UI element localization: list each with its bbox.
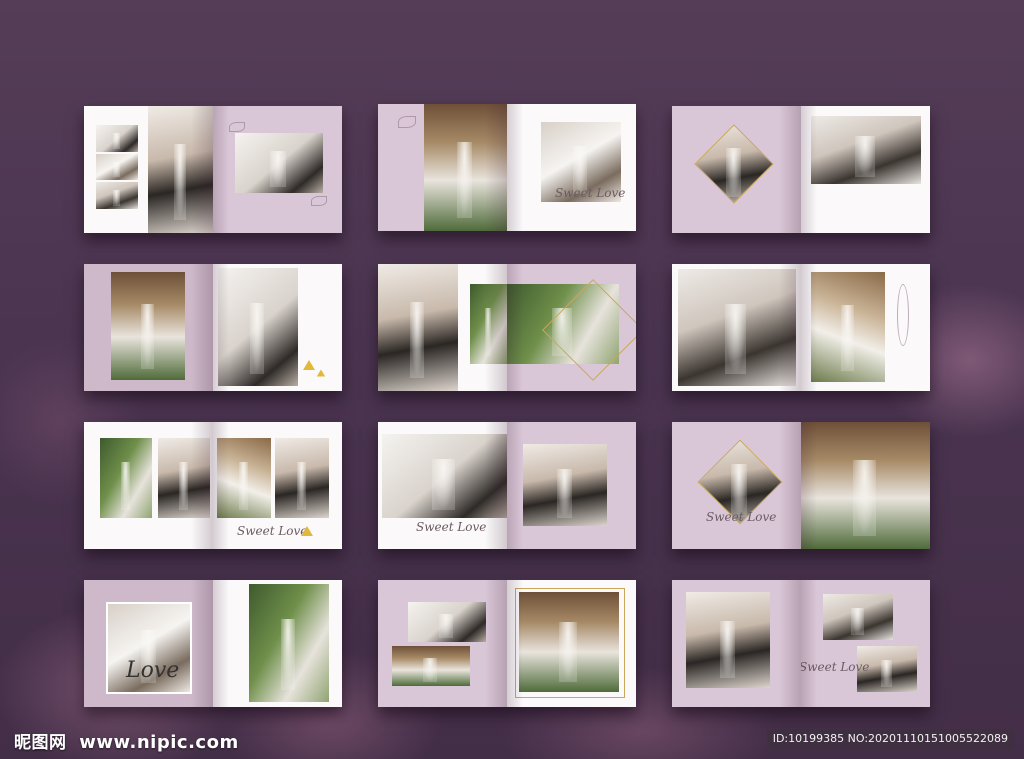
album-page-right (213, 264, 342, 391)
album-page-left: Sweet Love (672, 422, 801, 549)
album-page-right (507, 580, 636, 707)
photo (111, 272, 185, 380)
album-page-right (213, 106, 342, 233)
floral-ornament (229, 122, 245, 132)
script-title: Sweet Love (416, 520, 487, 534)
album-page-left (378, 264, 507, 391)
script-title: Love (126, 658, 180, 683)
album-spread-11 (378, 580, 636, 707)
photo (217, 438, 271, 518)
photo (408, 602, 486, 642)
photo (382, 434, 507, 518)
album-page-right: Sweet Love (801, 580, 930, 707)
image-id-badge: ID:10199385 NO:20201110151005522089 (766, 729, 1014, 749)
photo (96, 125, 138, 152)
photo (96, 154, 138, 180)
photo (275, 438, 329, 518)
photo (678, 269, 796, 386)
album-page-left (672, 106, 801, 233)
photo (218, 268, 298, 386)
album-page-left (378, 580, 507, 707)
photo (523, 444, 607, 526)
photo (100, 438, 152, 518)
album-spread-5 (378, 264, 636, 391)
photo (811, 116, 921, 184)
photo (470, 284, 507, 364)
watermark-site: www.nipic.com (79, 732, 239, 753)
album-page-right (801, 422, 930, 549)
album-page-right (213, 580, 342, 707)
album-page-right: Sweet Love (213, 422, 342, 549)
script-title: Sweet Love (801, 660, 870, 674)
photo (249, 584, 329, 702)
photo (801, 422, 930, 549)
gold-triangle (316, 369, 326, 377)
album-page-right (507, 422, 636, 549)
watermark-logo: 昵图网 www.nipic.com (14, 728, 239, 753)
gold-triangle (301, 526, 313, 536)
photo (96, 182, 138, 209)
album-page-right (801, 264, 930, 391)
album-spread-7: Sweet Love (84, 422, 342, 549)
album-page-left (672, 264, 801, 391)
album-spread-4 (84, 264, 342, 391)
album-spread-2: Sweet Love (378, 104, 636, 231)
album-page-left (672, 580, 801, 707)
photo (694, 124, 774, 204)
photo (823, 594, 893, 640)
album-spread-3 (672, 106, 930, 233)
diamond-photo-frame (694, 124, 774, 204)
album-spread-10: Love (84, 580, 342, 707)
album-spread-1 (84, 106, 342, 233)
album-page-left (84, 106, 213, 233)
script-title: Sweet Love (706, 510, 777, 524)
floral-ornament (897, 284, 909, 346)
gold-triangle (303, 360, 315, 370)
album-page-right: Sweet Love (507, 104, 636, 231)
photo (811, 272, 885, 382)
album-spread-12: Sweet Love (672, 580, 930, 707)
floral-ornament (311, 196, 327, 206)
album-spread-8: Sweet Love (378, 422, 636, 549)
album-page-left (84, 264, 213, 391)
photo (158, 438, 210, 518)
album-page-left: Love (84, 580, 213, 707)
photo (392, 646, 470, 686)
script-title: Sweet Love (237, 524, 308, 538)
photo (378, 264, 458, 391)
album-page-right (801, 106, 930, 233)
photo (148, 106, 213, 233)
photo (235, 133, 323, 193)
photo (519, 592, 619, 692)
watermark-logo-text: 昵图网 (14, 733, 67, 753)
script-title: Sweet Love (555, 186, 626, 200)
album-page-left (84, 422, 213, 549)
album-page-left: Sweet Love (378, 422, 507, 549)
album-page-right (507, 264, 636, 391)
album-spread-9: Sweet Love (672, 422, 930, 549)
album-spread-6 (672, 264, 930, 391)
album-page-left (378, 104, 507, 231)
photo (686, 592, 770, 688)
photo (424, 104, 507, 231)
floral-ornament (398, 116, 416, 128)
